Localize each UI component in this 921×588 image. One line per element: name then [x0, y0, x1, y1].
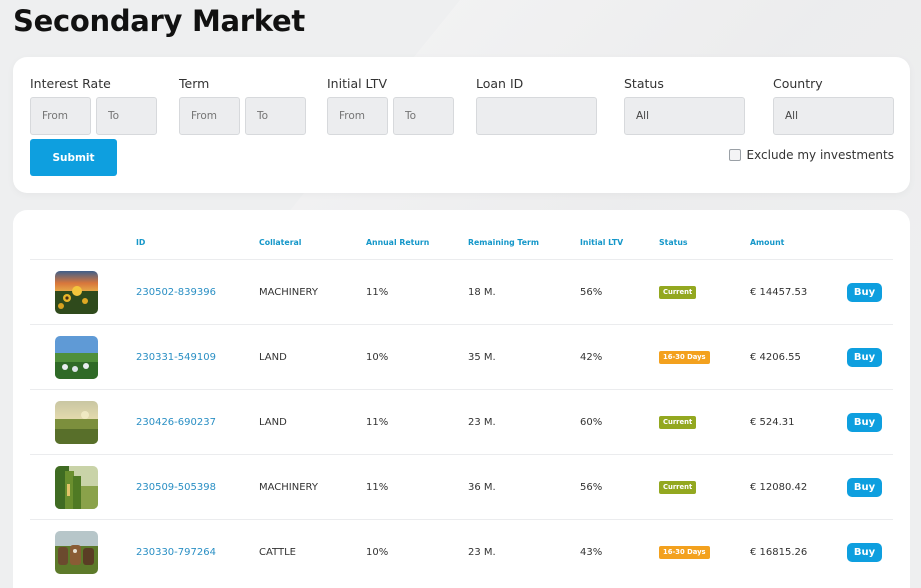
remaining-term-value: 23 M. [468, 417, 496, 428]
term-from-input[interactable] [179, 97, 240, 135]
filter-label: Interest Rate [30, 76, 111, 91]
loan-id-link[interactable]: 230502-839396 [136, 260, 216, 325]
annual-return-value: 11% [366, 287, 389, 298]
remaining-term-value: 23 M. [468, 547, 496, 558]
filter-term: Term [179, 76, 306, 135]
remaining-term-value: 35 M. [468, 352, 496, 363]
buy-button[interactable]: Buy [847, 478, 882, 497]
column-header-collateral[interactable]: Collateral [259, 238, 301, 247]
column-header-status[interactable]: Status [659, 238, 688, 247]
collateral-value: LAND [259, 417, 287, 428]
loan-id-link[interactable]: 230426-690237 [136, 390, 216, 455]
filter-initial-ltv: Initial LTV [327, 76, 454, 135]
page-title: Secondary Market [13, 4, 305, 38]
filter-label: Status [624, 76, 664, 91]
amount-value: € 12080.42 [750, 482, 808, 493]
collateral-value: CATTLE [259, 547, 296, 558]
table-row: 230330-797264 CATTLE 10% 23 M. 43% 16-30… [30, 519, 893, 584]
submit-button[interactable]: Submit [30, 139, 117, 176]
ltv-to-input[interactable] [393, 97, 454, 135]
loan-id-link[interactable]: 230330-797264 [136, 520, 216, 585]
filter-panel: Interest Rate Term Initial LTV Loan ID S… [13, 57, 910, 193]
filter-label: Country [773, 76, 823, 91]
status-badge: Current [659, 416, 697, 429]
filter-interest-rate: Interest Rate [30, 76, 157, 135]
table-row: 230331-549109 LAND 10% 35 M. 42% 16-30 D… [30, 324, 893, 389]
sunflower-field-image [55, 271, 98, 314]
loan-id-link[interactable]: 230509-505398 [136, 455, 216, 520]
corn-field-image [55, 466, 98, 509]
column-header-id[interactable]: ID [136, 238, 145, 247]
column-header-remaining-term[interactable]: Remaining Term [468, 238, 539, 247]
loan-id-input[interactable] [476, 97, 597, 135]
status-select[interactable] [624, 97, 745, 135]
buy-button[interactable]: Buy [847, 543, 882, 562]
interest-rate-from-input[interactable] [30, 97, 91, 135]
term-to-input[interactable] [245, 97, 306, 135]
initial-ltv-value: 56% [580, 482, 603, 493]
annual-return-value: 10% [366, 352, 389, 363]
filter-country: Country [773, 76, 894, 135]
filter-loan-id: Loan ID [476, 76, 597, 135]
ltv-from-input[interactable] [327, 97, 388, 135]
collateral-value: MACHINERY [259, 482, 318, 493]
green-field-image [55, 336, 98, 379]
remaining-term-value: 18 M. [468, 287, 496, 298]
collateral-value: LAND [259, 352, 287, 363]
annual-return-value: 10% [366, 547, 389, 558]
misty-field-image [55, 401, 98, 444]
loans-table: ID Collateral Annual Return Remaining Te… [13, 210, 910, 588]
exclude-label: Exclude my investments [746, 148, 894, 162]
initial-ltv-value: 60% [580, 417, 603, 428]
column-header-annual-return[interactable]: Annual Return [366, 238, 429, 247]
amount-value: € 4206.55 [750, 352, 801, 363]
exclude-investments-toggle[interactable]: Exclude my investments [728, 148, 894, 162]
collateral-value: MACHINERY [259, 287, 318, 298]
status-badge: Current [659, 481, 697, 494]
country-select[interactable] [773, 97, 894, 135]
annual-return-value: 11% [366, 417, 389, 428]
column-header-initial-ltv[interactable]: Initial LTV [580, 238, 623, 247]
column-header-amount[interactable]: Amount [750, 238, 784, 247]
status-badge: Current [659, 286, 697, 299]
remaining-term-value: 36 M. [468, 482, 496, 493]
status-badge: 16-30 Days [659, 546, 710, 559]
buy-button[interactable]: Buy [847, 283, 882, 302]
buy-button[interactable]: Buy [847, 348, 882, 367]
filter-label: Initial LTV [327, 76, 387, 91]
filter-label: Term [179, 76, 210, 91]
filter-label: Loan ID [476, 76, 524, 91]
exclude-checkbox[interactable] [728, 149, 741, 161]
initial-ltv-value: 43% [580, 547, 603, 558]
table-row: 230509-505398 MACHINERY 11% 36 M. 56% Cu… [30, 454, 893, 519]
buy-button[interactable]: Buy [847, 413, 882, 432]
initial-ltv-value: 56% [580, 287, 603, 298]
amount-value: € 16815.26 [750, 547, 808, 558]
interest-rate-to-input[interactable] [96, 97, 157, 135]
amount-value: € 524.31 [750, 417, 795, 428]
annual-return-value: 11% [366, 482, 389, 493]
table-row: 230426-690237 LAND 11% 23 M. 60% Current… [30, 389, 893, 454]
table-row: 230502-839396 MACHINERY 11% 18 M. 56% Cu… [30, 259, 893, 324]
cattle-image [55, 531, 98, 574]
filter-status: Status [624, 76, 745, 135]
amount-value: € 14457.53 [750, 287, 808, 298]
initial-ltv-value: 42% [580, 352, 603, 363]
loan-id-link[interactable]: 230331-549109 [136, 325, 216, 390]
status-badge: 16-30 Days [659, 351, 710, 364]
